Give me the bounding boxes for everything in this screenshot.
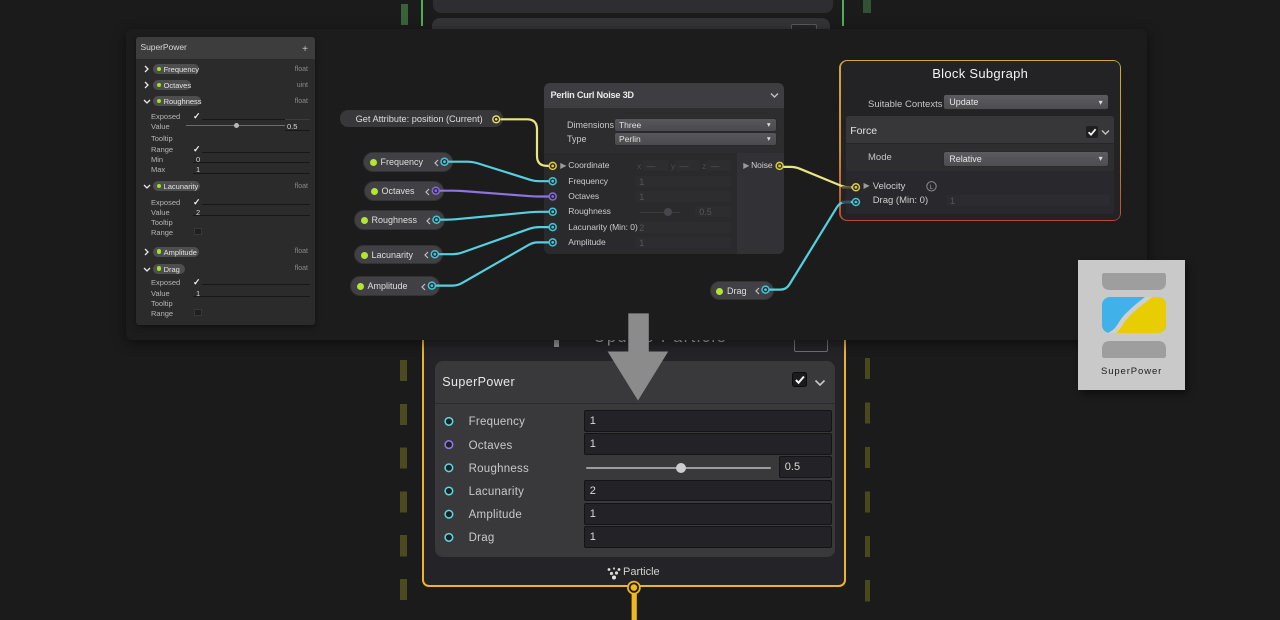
svg-text:L: L (930, 184, 934, 191)
